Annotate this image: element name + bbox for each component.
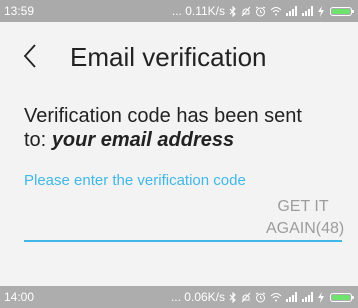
signal-icon — [286, 292, 298, 302]
app-header: Email verification — [0, 22, 358, 94]
signal-icon — [302, 292, 314, 302]
network-speed: ... 0.06K/s — [170, 290, 225, 304]
sent-message-line: Verification code has been sent — [24, 105, 302, 127]
status-bar-bottom: 14:00 ... 0.06K/s — [0, 286, 358, 308]
status-indicators: ... 0.06K/s — [170, 290, 354, 304]
status-time: 14:00 — [4, 290, 35, 304]
signal-icon — [302, 6, 314, 16]
network-speed: ... 0.11K/s — [171, 4, 225, 18]
battery-icon — [330, 292, 354, 302]
signal-icon — [286, 6, 298, 16]
alarm-icon — [255, 6, 266, 17]
charging-icon — [318, 5, 324, 17]
sent-to-label: to: — [24, 129, 47, 151]
sent-message: Verification code has been sent to: your… — [24, 104, 344, 152]
alarm-icon — [255, 292, 266, 303]
get-code-again-button[interactable]: GET IT AGAIN(48) — [266, 196, 344, 240]
verification-form: Verification code has been sent to: your… — [0, 94, 358, 286]
back-button[interactable] — [18, 36, 42, 76]
status-bar-top: 13:59 ... 0.11K/s — [0, 0, 358, 22]
code-hint: Please enter the verification code — [24, 172, 246, 189]
mute-icon — [241, 292, 251, 303]
wifi-icon — [270, 292, 282, 302]
bluetooth-icon — [229, 5, 237, 17]
status-time: 13:59 — [4, 4, 35, 18]
input-underline — [24, 240, 342, 242]
chevron-left-icon — [23, 44, 36, 68]
page-title: Email verification — [70, 42, 267, 72]
bluetooth-icon — [229, 291, 237, 303]
verification-code-input[interactable] — [24, 198, 228, 236]
wifi-icon — [270, 6, 282, 16]
battery-icon — [330, 6, 354, 16]
status-indicators: ... 0.11K/s — [171, 4, 354, 18]
email-address: your email address — [51, 129, 235, 151]
charging-icon — [318, 291, 324, 303]
mute-icon — [241, 6, 251, 17]
